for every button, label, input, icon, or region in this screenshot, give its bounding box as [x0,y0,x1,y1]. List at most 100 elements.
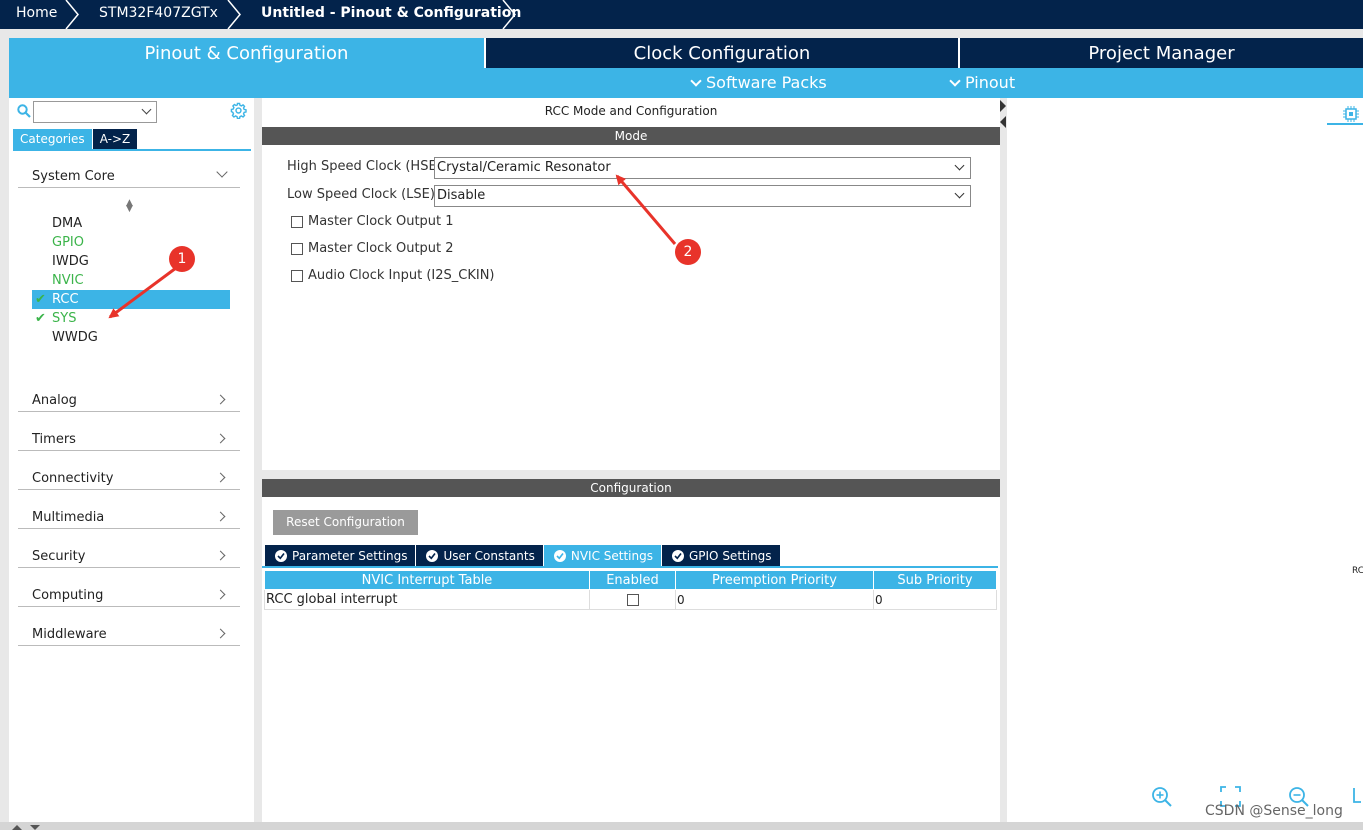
breadcrumb-mcu[interactable]: STM32F407ZGTx [99,0,218,29]
peripheral-label: GPIO [52,235,84,250]
chevron-right-icon [215,589,226,600]
check-circle-icon [671,549,684,562]
hse-select[interactable]: Crystal/Ceramic Resonator [434,157,971,179]
chevron-right-icon [215,472,226,483]
peripheral-label: RCC [52,292,79,307]
group-computing[interactable]: Computing [18,583,240,607]
hse-value: Crystal/Ceramic Resonator [437,160,611,175]
peripheral-label: NVIC [52,273,84,288]
check-icon: ✔ [35,292,46,307]
group-label: Multimedia [32,510,105,525]
search-combo[interactable] [33,101,157,123]
list-item-wwdg[interactable]: WWDG [32,328,230,347]
collapse-arrows-icon[interactable] [1000,98,1007,138]
mco2-checkbox-row[interactable]: Master Clock Output 2 [291,241,454,256]
list-item-iwdg[interactable]: IWDG [32,252,230,271]
mco1-checkbox-row[interactable]: Master Clock Output 1 [291,214,454,229]
group-timers[interactable]: Timers [18,427,240,451]
sub-priority[interactable]: 0 [873,589,997,610]
lse-value: Disable [437,188,486,203]
checkbox[interactable] [291,242,303,255]
tab-gpio-settings[interactable]: GPIO Settings [661,545,780,566]
configuration-header: Configuration [262,479,1000,497]
group-label: Middleware [32,627,107,642]
column-header[interactable]: Sub Priority [873,570,997,590]
tab-clock-configuration[interactable]: Clock Configuration [484,38,958,68]
chevron-right-icon [215,394,226,405]
chevron-down-icon [954,188,965,199]
tab-label: GPIO Settings [688,548,772,563]
group-analog[interactable]: Analog [18,388,240,412]
reset-configuration-button[interactable]: Reset Configuration [273,510,418,535]
status-strip [0,822,1363,830]
enabled-cell[interactable] [589,589,676,610]
sort-arrows-icon[interactable]: ▲ ▼ [126,199,133,214]
list-item-rcc[interactable]: ✔ RCC [32,290,230,309]
i2s-ckin-checkbox-row[interactable]: Audio Clock Input (I2S_CKIN) [291,268,495,283]
checkbox-label: Master Clock Output 1 [308,214,454,229]
column-header[interactable]: Preemption Priority [675,570,874,590]
tab-parameter-settings[interactable]: Parameter Settings [265,545,416,566]
gear-icon[interactable] [230,102,247,119]
group-system-core[interactable]: System Core [18,164,240,188]
tab-a-to-z[interactable]: A->Z [92,129,138,149]
tab-user-constants[interactable]: User Constants [416,545,543,566]
group-connectivity[interactable]: Connectivity [18,466,240,490]
checkbox-label: Master Clock Output 2 [308,241,454,256]
column-header[interactable]: NVIC Interrupt Table [264,570,590,590]
preemption-priority[interactable]: 0 [675,589,874,610]
configuration-panel: Configuration Reset Configuration Parame… [262,479,1000,822]
check-circle-icon [275,549,287,562]
scroll-arrows-icon[interactable] [12,822,52,830]
software-packs-menu[interactable]: Software Packs [690,73,827,92]
tab-underline [262,566,998,568]
chevron-down-icon [949,74,961,87]
mode-panel: RCC Mode and Configuration Mode High Spe… [262,98,1000,470]
check-circle-icon [426,549,439,562]
table-row[interactable]: RCC global interrupt 0 0 [264,589,997,610]
check-icon: ✔ [35,311,46,326]
watermark: CSDN @Sense_long [1205,803,1343,819]
annotation-badge-2: 2 [675,239,701,265]
chevron-right-icon [215,433,226,444]
tab-project-manager[interactable]: Project Manager [958,38,1363,68]
list-item-gpio[interactable]: GPIO [32,233,230,252]
chip-view-icon[interactable] [1343,106,1359,122]
view-underline [1327,123,1363,125]
sub-toolbar: Software Packs Pinout [9,68,1363,98]
software-packs-label: Software Packs [706,73,827,92]
search-icon[interactable] [17,104,31,118]
checkbox[interactable] [291,215,303,228]
group-middleware[interactable]: Middleware [18,622,240,646]
checkbox[interactable] [291,269,303,282]
pinout-view[interactable]: RC CSDN @Sense_long [1007,98,1363,822]
pinout-menu[interactable]: Pinout [949,73,1015,92]
tab-pinout-configuration[interactable]: Pinout & Configuration [9,38,484,68]
zoom-in-icon[interactable] [1151,786,1173,808]
breadcrumb-home[interactable]: Home [16,0,57,29]
peripheral-label: IWDG [52,254,89,269]
group-multimedia[interactable]: Multimedia [18,505,240,529]
tab-nvic-settings[interactable]: NVIC Settings [543,545,661,566]
list-item-sys[interactable]: ✔ SYS [32,309,230,328]
breadcrumb-current[interactable]: Untitled - Pinout & Configuration [261,0,521,29]
group-security[interactable]: Security [18,544,240,568]
group-label: Computing [32,588,104,603]
chevron-right-icon [215,550,226,561]
mode-header: Mode [262,127,1000,145]
list-item-nvic[interactable]: NVIC [32,271,230,290]
breadcrumb: Home STM32F407ZGTx Untitled - Pinout & C… [0,0,1363,29]
category-view-tabs: Categories A->Z [13,129,138,149]
lse-select[interactable]: Disable [434,185,971,207]
chevron-down-icon [141,104,152,115]
checkbox-label: Audio Clock Input (I2S_CKIN) [308,268,495,283]
chevron-down-icon [216,166,228,178]
panel-splitter[interactable] [1000,98,1007,822]
column-header[interactable]: Enabled [589,570,676,590]
tab-categories[interactable]: Categories [13,129,92,149]
config-tabs: Parameter Settings User Constants NVIC S… [265,545,781,566]
export-icon[interactable] [1353,786,1363,808]
check-circle-icon [553,549,566,562]
enabled-checkbox[interactable] [626,593,639,606]
list-item-dma[interactable]: DMA [32,214,230,233]
